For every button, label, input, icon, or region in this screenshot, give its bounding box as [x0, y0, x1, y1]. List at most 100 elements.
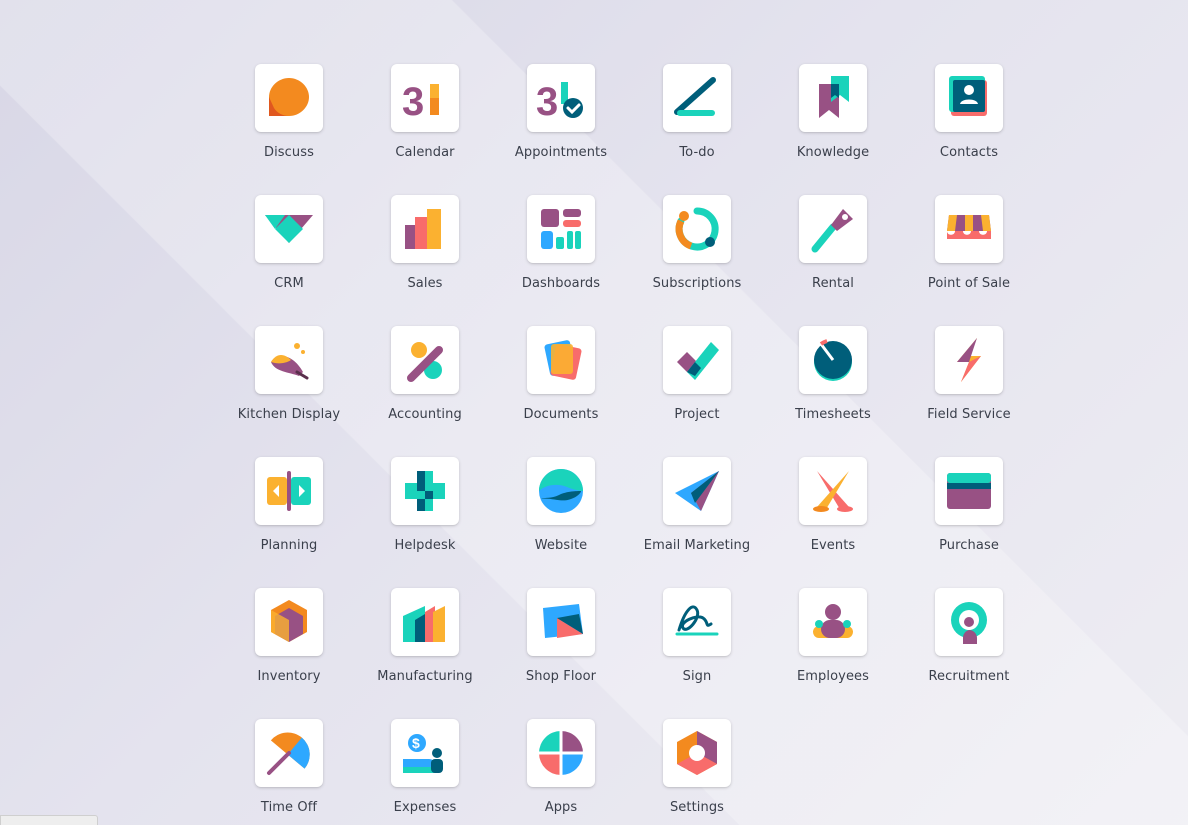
app-apps[interactable]: Apps: [493, 719, 629, 825]
app-knowledge[interactable]: Knowledge: [765, 64, 901, 195]
app-tile[interactable]: [799, 457, 867, 525]
app-rental[interactable]: Rental: [765, 195, 901, 326]
app-label: Sales: [407, 276, 443, 291]
app-tile[interactable]: [935, 457, 1003, 525]
app-tile[interactable]: [663, 64, 731, 132]
app-subscriptions[interactable]: Subscriptions: [629, 195, 765, 326]
app-tile[interactable]: [935, 64, 1003, 132]
app-tile[interactable]: [255, 326, 323, 394]
app-tile[interactable]: [799, 64, 867, 132]
app-planning[interactable]: Planning: [221, 457, 357, 588]
app-kitchen-display[interactable]: Kitchen Display: [221, 326, 357, 457]
kitchen-display-icon: [271, 343, 309, 380]
app-label: Project: [674, 407, 720, 422]
app-tile[interactable]: [391, 588, 459, 656]
app-label: Contacts: [939, 145, 999, 160]
email-marketing-icon: [675, 471, 719, 511]
app-accounting[interactable]: Accounting: [357, 326, 493, 457]
app-tile[interactable]: [255, 64, 323, 132]
app-label: Inventory: [257, 669, 321, 684]
app-tile[interactable]: [255, 719, 323, 787]
app-tile[interactable]: [935, 195, 1003, 263]
point-of-sale-icon: [947, 215, 991, 239]
app-point-of-sale[interactable]: Point of Sale: [901, 195, 1037, 326]
app-events[interactable]: Events: [765, 457, 901, 588]
app-expenses[interactable]: $ Expenses: [357, 719, 493, 825]
app-tile[interactable]: [255, 457, 323, 525]
app-tile[interactable]: [663, 719, 731, 787]
app-label: Accounting: [388, 407, 462, 422]
app-label: Expenses: [393, 800, 457, 815]
app-shop-floor[interactable]: Shop Floor: [493, 588, 629, 719]
app-contacts[interactable]: Contacts: [901, 64, 1037, 195]
app-tile[interactable]: [935, 588, 1003, 656]
app-tile[interactable]: [663, 326, 731, 394]
purchase-icon: [947, 473, 991, 509]
contacts-icon: [949, 76, 987, 116]
app-recruitment[interactable]: Recruitment: [901, 588, 1037, 719]
app-website[interactable]: Website: [493, 457, 629, 588]
svg-text:3: 3: [402, 80, 424, 124]
app-dashboards[interactable]: Dashboards: [493, 195, 629, 326]
app-tile[interactable]: [391, 195, 459, 263]
app-tile[interactable]: 3: [527, 64, 595, 132]
inventory-icon: [271, 600, 307, 642]
app-calendar[interactable]: 3 Calendar: [357, 64, 493, 195]
app-tile[interactable]: $: [391, 719, 459, 787]
app-tile[interactable]: [799, 588, 867, 656]
app-tile[interactable]: [527, 457, 595, 525]
app-tile[interactable]: [391, 326, 459, 394]
app-tile[interactable]: [255, 588, 323, 656]
app-settings[interactable]: Settings: [629, 719, 765, 825]
app-sign[interactable]: Sign: [629, 588, 765, 719]
app-tile[interactable]: [527, 588, 595, 656]
app-todo[interactable]: To-do: [629, 64, 765, 195]
app-field-service[interactable]: Field Service: [901, 326, 1037, 457]
app-label: Knowledge: [796, 145, 870, 160]
settings-icon: [677, 731, 717, 775]
app-manufacturing[interactable]: Manufacturing: [357, 588, 493, 719]
app-project[interactable]: Project: [629, 326, 765, 457]
app-tile[interactable]: [391, 457, 459, 525]
app-tile[interactable]: [799, 195, 867, 263]
app-appointments[interactable]: 3 Appointments: [493, 64, 629, 195]
app-tile[interactable]: [663, 195, 731, 263]
crm-icon: [265, 215, 313, 243]
app-inventory[interactable]: Inventory: [221, 588, 357, 719]
app-tile[interactable]: [527, 326, 595, 394]
app-sales[interactable]: Sales: [357, 195, 493, 326]
app-purchase[interactable]: Purchase: [901, 457, 1037, 588]
app-tile[interactable]: [527, 195, 595, 263]
website-icon: [539, 469, 583, 513]
discuss-icon: [269, 78, 309, 116]
app-label: Sign: [682, 669, 712, 684]
app-label: To-do: [679, 145, 715, 160]
calendar-icon: 3: [402, 80, 439, 124]
app-tile[interactable]: [663, 457, 731, 525]
app-employees[interactable]: Employees: [765, 588, 901, 719]
field-service-icon: [957, 338, 981, 382]
app-helpdesk[interactable]: Helpdesk: [357, 457, 493, 588]
app-documents[interactable]: Documents: [493, 326, 629, 457]
app-label: Employees: [796, 669, 870, 684]
employees-icon: [813, 604, 853, 638]
app-crm[interactable]: CRM: [221, 195, 357, 326]
project-icon: [677, 342, 719, 380]
todo-icon: [674, 77, 716, 116]
app-discuss[interactable]: Discuss: [221, 64, 357, 195]
app-tile[interactable]: [527, 719, 595, 787]
app-tile[interactable]: [799, 326, 867, 394]
app-tile[interactable]: 3: [391, 64, 459, 132]
app-label: Point of Sale: [927, 276, 1011, 291]
app-time-off[interactable]: Time Off: [221, 719, 357, 825]
dashboards-icon: [541, 209, 581, 249]
app-label: Settings: [669, 800, 725, 815]
recruitment-icon: [951, 602, 987, 644]
app-tile[interactable]: [935, 326, 1003, 394]
app-email-marketing[interactable]: Email Marketing: [629, 457, 765, 588]
app-label: Timesheets: [795, 407, 871, 422]
app-tile[interactable]: [663, 588, 731, 656]
app-tile[interactable]: [255, 195, 323, 263]
app-timesheets[interactable]: Timesheets: [765, 326, 901, 457]
app-label: Kitchen Display: [237, 407, 341, 422]
